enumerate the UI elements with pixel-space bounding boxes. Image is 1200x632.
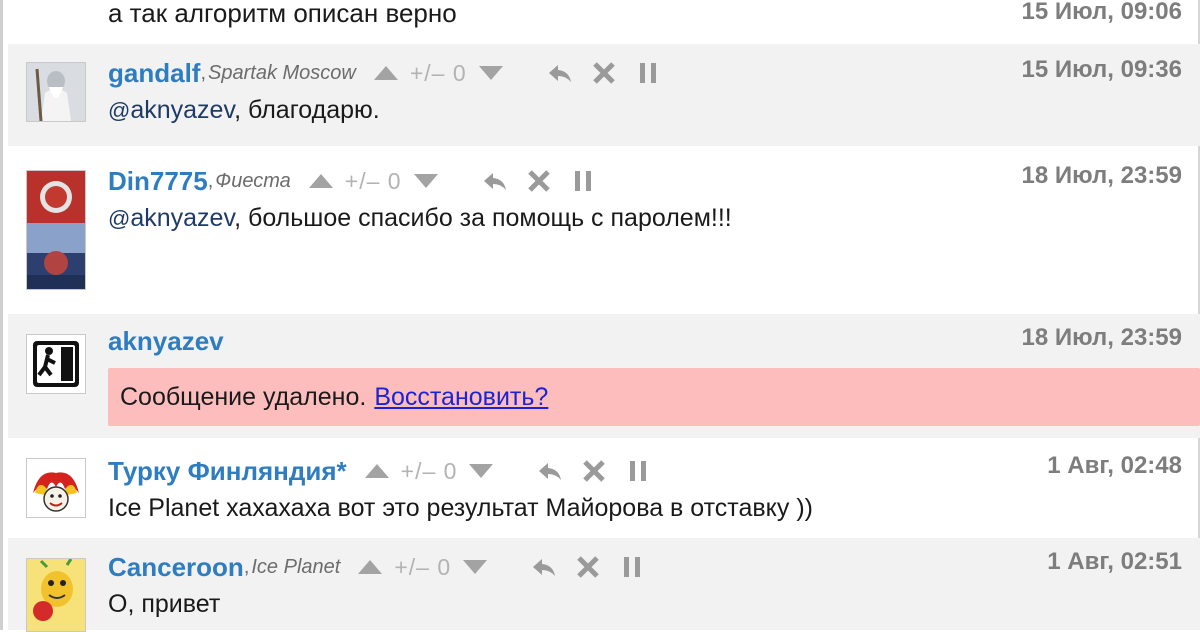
comment-canceroon: Canceroon , Ice Planet +/– 0 1 Авг, 02:5… xyxy=(8,538,1200,632)
reply-arrow-icon[interactable] xyxy=(482,168,508,194)
comment-date: 18 Июл, 23:59 xyxy=(1021,162,1182,189)
comment-din7775: Din7775 , Фиеста +/– 0 18 Июл, 23:59 @ak… xyxy=(8,150,1200,310)
comment-header: Canceroon , Ice Planet +/– 0 xyxy=(108,550,663,584)
author-name[interactable]: Canceroon xyxy=(108,552,244,583)
comment-date: 18 Июл, 23:59 xyxy=(1021,324,1182,351)
avatar[interactable] xyxy=(26,62,86,122)
comment-date: 15 Июл, 09:06 xyxy=(1021,0,1182,25)
triangle-down-icon[interactable] xyxy=(478,66,503,80)
author-name[interactable]: Турку Финляндия* xyxy=(108,456,347,487)
vote-score: +/– 0 xyxy=(344,167,402,194)
avatar[interactable] xyxy=(26,458,86,518)
comment-actions xyxy=(482,168,614,194)
pause-icon[interactable] xyxy=(619,554,645,580)
close-x-icon[interactable] xyxy=(581,458,607,484)
pause-icon[interactable] xyxy=(635,60,661,86)
close-x-icon[interactable] xyxy=(526,168,552,194)
user-mention[interactable]: @aknyazev xyxy=(108,204,234,232)
comment-partial: а так алгоритм описан верно 15 Июл, 09:0… xyxy=(8,0,1200,42)
frame-left-border xyxy=(0,0,3,630)
comment-header: gandalf , Spartak Moscow +/– 0 xyxy=(108,56,679,90)
triangle-down-icon[interactable] xyxy=(469,464,494,478)
comment-date: 1 Авг, 02:51 xyxy=(1047,548,1182,575)
triangle-up-icon[interactable] xyxy=(373,66,398,80)
author-team: Spartak Moscow xyxy=(208,61,356,84)
close-x-icon[interactable] xyxy=(575,554,601,580)
avatar[interactable] xyxy=(26,558,86,632)
comment-turku: Турку Финляндия* +/– 0 1 Авг, 02:48 Ice … xyxy=(8,440,1200,536)
comment-actions xyxy=(531,554,663,580)
team-separator: , xyxy=(243,555,250,578)
reply-arrow-icon[interactable] xyxy=(531,554,557,580)
comment-header: Din7775 , Фиеста +/– 0 xyxy=(108,164,614,198)
comment-actions xyxy=(537,458,669,484)
comment-gandalf: gandalf , Spartak Moscow +/– 0 15 Июл, 0… xyxy=(8,44,1200,146)
comment-text: @aknyazev, благодарю. xyxy=(108,96,380,124)
comment-date: 15 Июл, 09:36 xyxy=(1021,56,1182,83)
deleted-text: Сообщение удалено. xyxy=(120,382,367,411)
pause-icon[interactable] xyxy=(625,458,651,484)
vote-controls: +/– 0 xyxy=(308,167,438,195)
team-separator: , xyxy=(207,169,214,192)
author-name[interactable]: gandalf xyxy=(108,58,200,89)
author-team: Фиеста xyxy=(215,169,291,192)
triangle-up-icon[interactable] xyxy=(364,464,389,478)
comment-text: @aknyazev, большое спасибо за помощь с п… xyxy=(108,204,732,232)
author-team: Ice Planet xyxy=(251,555,341,578)
comment-text: О, привет xyxy=(108,590,221,618)
vote-score: +/– 0 xyxy=(409,59,467,86)
avatar[interactable] xyxy=(26,334,86,394)
reply-arrow-icon[interactable] xyxy=(547,60,573,86)
vote-controls: +/– 0 xyxy=(358,553,488,581)
triangle-down-icon[interactable] xyxy=(413,174,438,188)
comment-aknyazev: aknyazev 18 Июл, 23:59 Сообщение удалено… xyxy=(8,314,1200,438)
comment-text: Ice Planet хахахаха вот это результат Ма… xyxy=(108,494,813,522)
comment-header: aknyazev xyxy=(108,324,224,358)
author-name[interactable]: Din7775 xyxy=(108,166,208,197)
comment-text: а так алгоритм описан верно xyxy=(108,0,457,28)
team-separator: , xyxy=(200,61,207,84)
triangle-up-icon[interactable] xyxy=(358,560,383,574)
restore-link[interactable]: Восстановить? xyxy=(374,383,548,412)
avatar[interactable] xyxy=(26,170,86,290)
vote-score: +/– 0 xyxy=(400,457,458,484)
triangle-down-icon[interactable] xyxy=(463,560,488,574)
vote-controls: +/– 0 xyxy=(373,59,503,87)
reply-arrow-icon[interactable] xyxy=(537,458,563,484)
comment-date: 1 Авг, 02:48 xyxy=(1047,452,1182,479)
vote-controls: +/– 0 xyxy=(364,457,494,485)
pause-icon[interactable] xyxy=(570,168,596,194)
user-mention[interactable]: @aknyazev xyxy=(108,96,234,124)
comment-actions xyxy=(547,60,679,86)
author-name[interactable]: aknyazev xyxy=(108,326,224,357)
vote-score: +/– 0 xyxy=(394,553,452,580)
comment-header: Турку Финляндия* +/– 0 xyxy=(108,454,669,488)
deleted-notice: Сообщение удалено. Восстановить? xyxy=(108,368,1200,426)
close-x-icon[interactable] xyxy=(591,60,617,86)
triangle-up-icon[interactable] xyxy=(308,174,333,188)
